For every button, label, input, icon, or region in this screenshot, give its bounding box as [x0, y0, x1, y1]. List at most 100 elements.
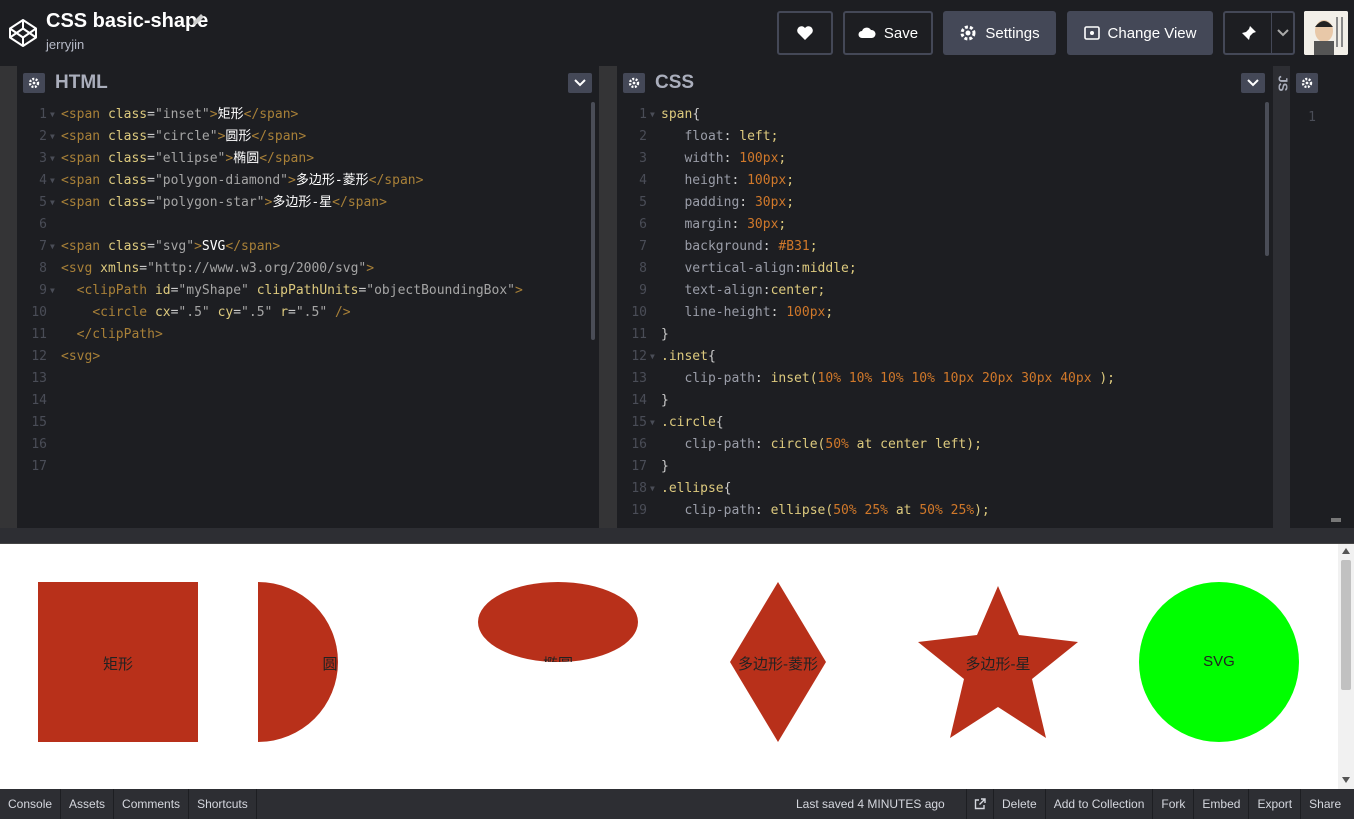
footer-export[interactable]: Export: [1248, 789, 1300, 819]
footer-assets[interactable]: Assets: [61, 789, 115, 819]
html-code-line[interactable]: 16: [17, 434, 577, 456]
fold-arrow-icon[interactable]: ▼: [50, 170, 55, 192]
css-code-line[interactable]: 8 vertical-align:middle;: [617, 258, 1257, 280]
footer-shortcuts[interactable]: Shortcuts: [189, 789, 257, 819]
html-settings-button[interactable]: [23, 73, 45, 93]
html-code-line[interactable]: 9 ▼ <clipPath id="myShape" clipPathUnits=…: [17, 280, 577, 302]
css-code-line[interactable]: 9 text-align:center;: [617, 280, 1257, 302]
js-pane-tab[interactable]: JS: [1273, 66, 1290, 528]
fold-arrow-icon[interactable]: ▼: [50, 192, 55, 214]
resize-handle[interactable]: [1331, 518, 1341, 522]
html-code-line[interactable]: 14: [17, 390, 577, 412]
fold-arrow-icon[interactable]: ▼: [650, 104, 655, 126]
footer-add-to-collection[interactable]: Add to Collection: [1044, 789, 1153, 819]
preview-scrollbar[interactable]: [1338, 544, 1354, 789]
html-code-line[interactable]: 8 <svg xmlns="http://www.w3.org/2000/svg"…: [17, 258, 577, 280]
footer-embed[interactable]: Embed: [1193, 789, 1248, 819]
pen-title[interactable]: CSS basic-shape: [46, 10, 208, 33]
css-code-line[interactable]: 2 float: left;: [617, 126, 1257, 148]
last-saved-status: Last saved 4 MINUTES ago: [796, 797, 945, 811]
settings-button[interactable]: Settings: [943, 11, 1056, 55]
line-number: 12: [631, 349, 647, 364]
html-code-line[interactable]: 13: [17, 368, 577, 390]
js-settings-button[interactable]: [1296, 73, 1318, 93]
css-code-line[interactable]: 10 line-height: 100px;: [617, 302, 1257, 324]
fold-arrow-icon[interactable]: ▼: [650, 412, 655, 434]
avatar[interactable]: [1304, 11, 1348, 55]
css-code-line[interactable]: 4 height: 100px;: [617, 170, 1257, 192]
html-code-line[interactable]: 4 ▼ <span class="polygon-diamond">多边形-菱形</…: [17, 170, 577, 192]
pin-separator: [1271, 13, 1272, 53]
footer-console[interactable]: Console: [0, 789, 62, 819]
line-number: 3: [639, 151, 647, 166]
shape-ellipse-label-clip: 椭圆: [478, 653, 638, 662]
line-number: 3: [39, 151, 47, 166]
fold-arrow-icon[interactable]: ▼: [50, 148, 55, 170]
html-code-line[interactable]: 3 ▼ <span class="ellipse">椭圆</span>: [17, 148, 577, 170]
css-code-line[interactable]: 13 clip-path: inset(10% 10% 10% 10% 10px…: [617, 368, 1257, 390]
fold-arrow-icon[interactable]: ▼: [650, 478, 655, 500]
fold-arrow-icon[interactable]: ▼: [50, 280, 55, 302]
html-code-line[interactable]: 1 ▼ <span class="inset">矩形</span>: [17, 104, 577, 126]
css-code-editor[interactable]: 1 ▼ span{2 float: left; 3 width: 100px; 4 he…: [617, 100, 1273, 528]
codepen-logo-icon[interactable]: [8, 18, 38, 48]
css-code-line[interactable]: 16 clip-path: circle(50% at center left)…: [617, 434, 1257, 456]
chevron-down-icon[interactable]: [1277, 29, 1289, 37]
save-label: Save: [883, 24, 919, 42]
css-code-line[interactable]: 1 ▼ span{: [617, 104, 1257, 126]
preview-scroll-thumb[interactable]: [1341, 560, 1351, 690]
love-button[interactable]: [777, 11, 833, 55]
html-code-line[interactable]: 5 ▼ <span class="polygon-star">多边形-星</span…: [17, 192, 577, 214]
fold-arrow-icon[interactable]: ▼: [50, 236, 55, 258]
js-line-number: 1: [1308, 110, 1316, 125]
gear-icon: [28, 77, 40, 89]
scroll-up-icon[interactable]: [1342, 548, 1350, 554]
html-code-editor[interactable]: 1 ▼ <span class="inset">矩形</span> 2 ▼ <span c…: [17, 100, 599, 528]
css-code-line[interactable]: 11}: [617, 324, 1257, 346]
line-number: 7: [639, 239, 647, 254]
html-collapse-button[interactable]: [568, 73, 592, 93]
footer-share[interactable]: Share: [1300, 789, 1349, 819]
pin-button[interactable]: [1223, 11, 1295, 55]
open-external-button[interactable]: [966, 789, 993, 819]
fold-arrow-icon[interactable]: ▼: [50, 104, 55, 126]
css-code-line[interactable]: 15 ▼ .circle{: [617, 412, 1257, 434]
change-view-button[interactable]: Change View: [1067, 11, 1213, 55]
css-code-line[interactable]: 7 background: #B31;: [617, 236, 1257, 258]
css-collapse-button[interactable]: [1241, 73, 1265, 93]
css-scrollbar[interactable]: [1265, 102, 1269, 256]
footer-delete[interactable]: Delete: [993, 789, 1045, 819]
html-code-line[interactable]: 12 <svg>: [17, 346, 577, 368]
line-number: 13: [31, 371, 47, 386]
pencil-icon[interactable]: [191, 13, 205, 27]
scroll-down-icon[interactable]: [1342, 777, 1350, 783]
css-code-line[interactable]: 17}: [617, 456, 1257, 478]
html-scrollbar[interactable]: [591, 102, 595, 340]
css-code-line[interactable]: 3 width: 100px;: [617, 148, 1257, 170]
shape-inset-label: 矩形: [102, 656, 133, 673]
css-code-line[interactable]: 6 margin: 30px;: [617, 214, 1257, 236]
save-button[interactable]: Save: [843, 11, 933, 55]
html-code-line[interactable]: 10 <circle cx=".5" cy=".5" r=".5" />: [17, 302, 577, 324]
fold-arrow-icon[interactable]: ▼: [650, 346, 655, 368]
css-settings-button[interactable]: [623, 73, 645, 93]
line-number: 19: [631, 503, 647, 518]
line-number: 1: [39, 107, 47, 122]
fold-arrow-icon[interactable]: ▼: [50, 126, 55, 148]
footer-comments[interactable]: Comments: [114, 789, 190, 819]
css-code-line[interactable]: 12 ▼ .inset{: [617, 346, 1257, 368]
preview-resize-bar[interactable]: [0, 528, 1354, 544]
html-code-line[interactable]: 11 </clipPath>: [17, 324, 577, 346]
author-name[interactable]: jerryjin: [46, 37, 84, 52]
html-code-line[interactable]: 6: [17, 214, 577, 236]
css-code-line[interactable]: 5 padding: 30px;: [617, 192, 1257, 214]
html-code-line[interactable]: 17: [17, 456, 577, 478]
html-code-line[interactable]: 7 ▼ <span class="svg">SVG</span>: [17, 236, 577, 258]
css-code-line[interactable]: 14}: [617, 390, 1257, 412]
footer-fork[interactable]: Fork: [1152, 789, 1193, 819]
css-code-line[interactable]: 19 clip-path: ellipse(50% 25% at 50% 25%…: [617, 500, 1257, 522]
css-code-line[interactable]: 18 ▼ .ellipse{: [617, 478, 1257, 500]
html-code-line[interactable]: 15: [17, 412, 577, 434]
html-code-line[interactable]: 2 ▼ <span class="circle">圆形</span>: [17, 126, 577, 148]
line-number: 10: [31, 305, 47, 320]
